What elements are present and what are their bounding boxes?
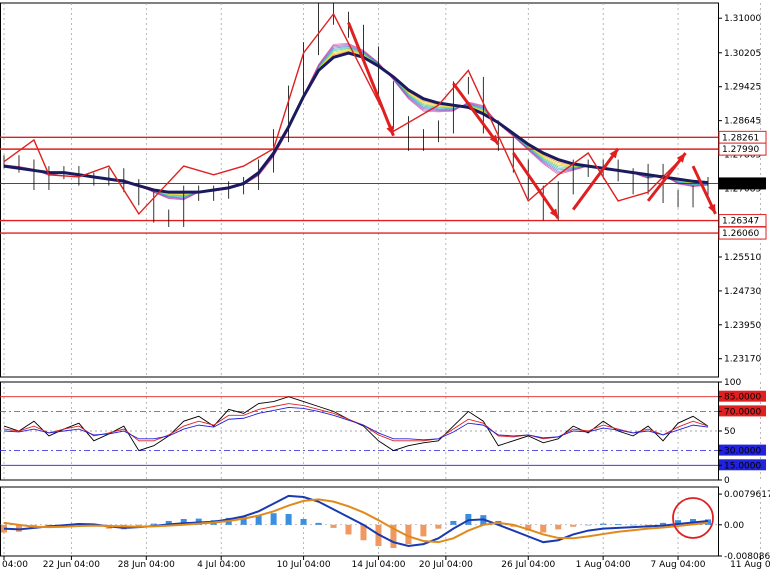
x-tick-label: 10 Jul 04:00 bbox=[277, 560, 331, 570]
macd-histogram-bar bbox=[585, 524, 592, 526]
level-label: 1.27990 bbox=[722, 145, 759, 155]
macd-histogram-bar bbox=[315, 522, 322, 525]
macd-histogram-bar bbox=[285, 514, 292, 525]
chart-area: 85.0000 70.0000 30.0000 15.0000 04:00 22 Jun… bbox=[0, 0, 770, 575]
x-tick-label: 1 Aug 04:00 bbox=[576, 560, 631, 570]
x-tick-label: 20 Jul 04:00 bbox=[419, 560, 473, 570]
macd-histogram-bar bbox=[435, 524, 442, 529]
macd-histogram-bar bbox=[600, 523, 607, 525]
level-label: 1.28261 bbox=[722, 133, 759, 143]
y-tick-label: -0.0080865 bbox=[724, 552, 770, 562]
y-tick-label: 70.0000 bbox=[724, 407, 761, 417]
macd-histogram-bar bbox=[615, 524, 622, 525]
macd-histogram-bar bbox=[570, 524, 577, 527]
x-tick-label: 04:00 bbox=[2, 560, 28, 570]
macd-histogram-bar bbox=[150, 523, 157, 525]
y-tick-label: 0 bbox=[724, 476, 730, 486]
y-tick-label: 1.30205 bbox=[724, 49, 761, 59]
y-tick-label: 1.24730 bbox=[724, 287, 761, 297]
y-tick-label: 100 bbox=[724, 378, 741, 388]
macd-histogram-bar bbox=[270, 513, 277, 525]
x-tick-label: 26 Jul 04:00 bbox=[501, 560, 555, 570]
y-tick-label: 1.29425 bbox=[724, 83, 761, 93]
y-tick-label: 1.31000 bbox=[724, 14, 761, 24]
y-tick-label: 85.0000 bbox=[724, 393, 761, 403]
y-tick-label: 0.0079617 bbox=[724, 490, 770, 500]
macd-histogram-bar bbox=[345, 524, 352, 535]
macd-histogram-bar bbox=[420, 524, 427, 537]
current-price-label: 1.27201 bbox=[722, 179, 759, 189]
y-tick-label: 30.0000 bbox=[724, 447, 761, 457]
y-tick-label: 0.00 bbox=[724, 521, 744, 531]
x-tick-label: 14 Jul 04:00 bbox=[351, 560, 405, 570]
y-tick-label: 1.25510 bbox=[724, 253, 761, 263]
y-tick-label: 50 bbox=[724, 427, 736, 437]
y-tick-label: 1.23950 bbox=[724, 321, 761, 331]
macd-histogram-bar bbox=[630, 524, 637, 526]
macd-histogram-bar bbox=[300, 519, 307, 525]
x-tick-label: 22 Jun 04:00 bbox=[43, 560, 100, 570]
y-tick-label: 15.0000 bbox=[724, 461, 761, 471]
y-tick-label: 1.23170 bbox=[724, 355, 761, 365]
level-label: 1.26347 bbox=[722, 217, 759, 227]
macd-histogram-bar bbox=[330, 524, 337, 528]
y-tick-label: 1.28645 bbox=[724, 117, 761, 127]
x-tick-label: 7 Aug 04:00 bbox=[651, 560, 706, 570]
macd-histogram-bar bbox=[540, 524, 547, 533]
macd-histogram-bar bbox=[450, 520, 457, 525]
x-tick-label: 4 Jul 04:00 bbox=[197, 560, 246, 570]
macd-histogram-bar bbox=[555, 524, 562, 530]
level-label: 1.26060 bbox=[722, 229, 759, 239]
x-tick-label: 28 Jun 04:00 bbox=[118, 560, 175, 570]
